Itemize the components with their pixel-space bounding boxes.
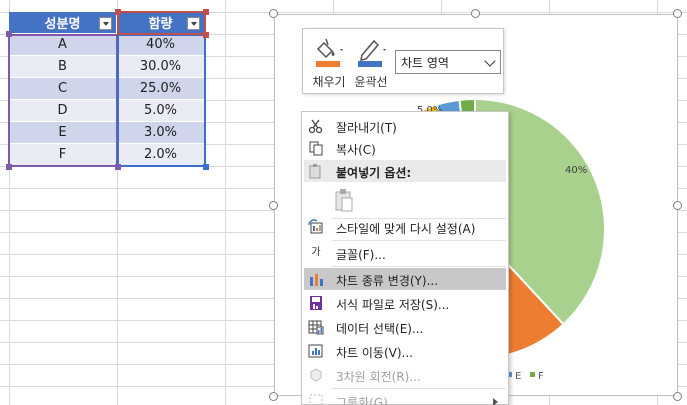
menu-item-select-data[interactable]: 데이터 선택(E)...	[304, 316, 506, 338]
category-range-highlight	[8, 34, 118, 167]
chart-resize-handle[interactable]	[673, 9, 682, 18]
menu-item-label: 차트 종류 변경(Y)...	[336, 274, 439, 288]
series-name-highlight	[117, 11, 206, 35]
menu-item-copy[interactable]: 복사(C)	[304, 137, 506, 159]
menu-item-label: 3차원 회전(R)...	[336, 370, 421, 384]
copy-icon	[309, 141, 323, 156]
menu-item-label: 서식 파일로 저장(S)...	[336, 298, 450, 312]
move-chart-icon	[308, 344, 323, 358]
save-template-icon	[310, 296, 322, 310]
fill-label: 채우기	[312, 75, 346, 89]
menu-item-label: 붙여넣기 옵션:	[336, 166, 412, 180]
paste-option-button[interactable]	[304, 186, 506, 216]
range-handle[interactable]	[115, 164, 121, 170]
change-chart-type-icon	[310, 274, 323, 286]
paint-bucket-icon	[316, 38, 343, 67]
select-data-icon	[308, 320, 324, 335]
legend-label-e: E	[515, 371, 521, 382]
reset-style-icon	[308, 219, 323, 234]
fill-button[interactable]: 채우기	[309, 35, 349, 89]
header-label: 성분명	[44, 17, 81, 32]
chevron-down-icon	[484, 55, 496, 67]
menu-item-save-template[interactable]: 서식 파일로 저장(S)...	[304, 292, 506, 314]
range-handle[interactable]	[6, 31, 12, 37]
chart-element-select-value: 차트 영역	[401, 56, 449, 70]
menu-item-label: 데이터 선택(E)...	[336, 322, 424, 336]
data-label-a: 40%	[565, 165, 587, 176]
menu-separator	[332, 388, 506, 389]
value-range-highlight	[117, 34, 206, 167]
outline-label: 윤곽선	[354, 75, 388, 89]
menu-item-label: 복사(C)	[336, 143, 376, 157]
menu-separator	[332, 240, 506, 241]
menu-separator	[332, 266, 506, 267]
menu-item-font[interactable]: 가 글꼴(F)...	[304, 242, 506, 264]
header-cell-ingredient[interactable]: 성분명	[9, 12, 117, 34]
chart-resize-handle[interactable]	[269, 201, 278, 210]
menu-item-label: 스타일에 맞게 다시 설정(A)	[336, 222, 476, 236]
chart-resize-handle[interactable]	[471, 9, 480, 18]
menu-item-label: 잘라내기(T)	[336, 121, 397, 135]
legend-label-f: F	[538, 371, 544, 382]
menu-section-paste-options: 붙여넣기 옵션:	[304, 160, 506, 182]
outline-button[interactable]: 윤곽선	[351, 35, 391, 89]
menu-item-change-chart-type[interactable]: 차트 종류 변경(Y)...	[304, 268, 506, 290]
pen-icon	[358, 39, 386, 67]
paste-icon	[309, 164, 321, 179]
font-icon: 가	[311, 247, 321, 258]
range-handle[interactable]	[203, 32, 209, 38]
range-handle[interactable]	[203, 164, 209, 170]
chart-resize-handle[interactable]	[269, 9, 278, 18]
range-handle[interactable]	[6, 164, 12, 170]
scissors-icon	[308, 119, 323, 134]
chart-resize-handle[interactable]	[673, 392, 682, 401]
chart-resize-handle[interactable]	[269, 392, 278, 401]
chart-resize-handle[interactable]	[673, 201, 682, 210]
group-icon	[309, 394, 323, 405]
menu-item-label: 그룹화(G)	[336, 396, 388, 405]
submenu-arrow-icon	[493, 398, 498, 405]
menu-item-cut[interactable]: 잘라내기(T)	[304, 115, 506, 137]
clipboard-icon	[335, 189, 353, 212]
menu-item-label: 글꼴(F)...	[336, 248, 386, 262]
menu-item-reset-style[interactable]: 스타일에 맞게 다시 설정(A)	[304, 216, 506, 238]
menu-item-group: 그룹화(G)	[304, 390, 506, 405]
legend-swatch-f	[530, 372, 535, 377]
mini-toolbar: 채우기 윤곽선 차트 영역	[302, 28, 504, 94]
menu-item-move-chart[interactable]: 차트 이동(V)...	[304, 340, 506, 362]
3d-rotation-icon	[310, 368, 322, 382]
context-menu: 잘라내기(T) 복사(C) 붙여넣기 옵션: 스타일에 맞게 다시 설정(A) …	[301, 111, 509, 405]
menu-item-3d-rotation: 3차원 회전(R)...	[304, 364, 506, 386]
range-handle[interactable]	[115, 9, 121, 15]
filter-dropdown-icon[interactable]	[99, 17, 112, 30]
menu-item-label: 차트 이동(V)...	[336, 346, 413, 360]
range-handle[interactable]	[203, 9, 209, 15]
chart-element-select[interactable]: 차트 영역	[395, 50, 501, 74]
